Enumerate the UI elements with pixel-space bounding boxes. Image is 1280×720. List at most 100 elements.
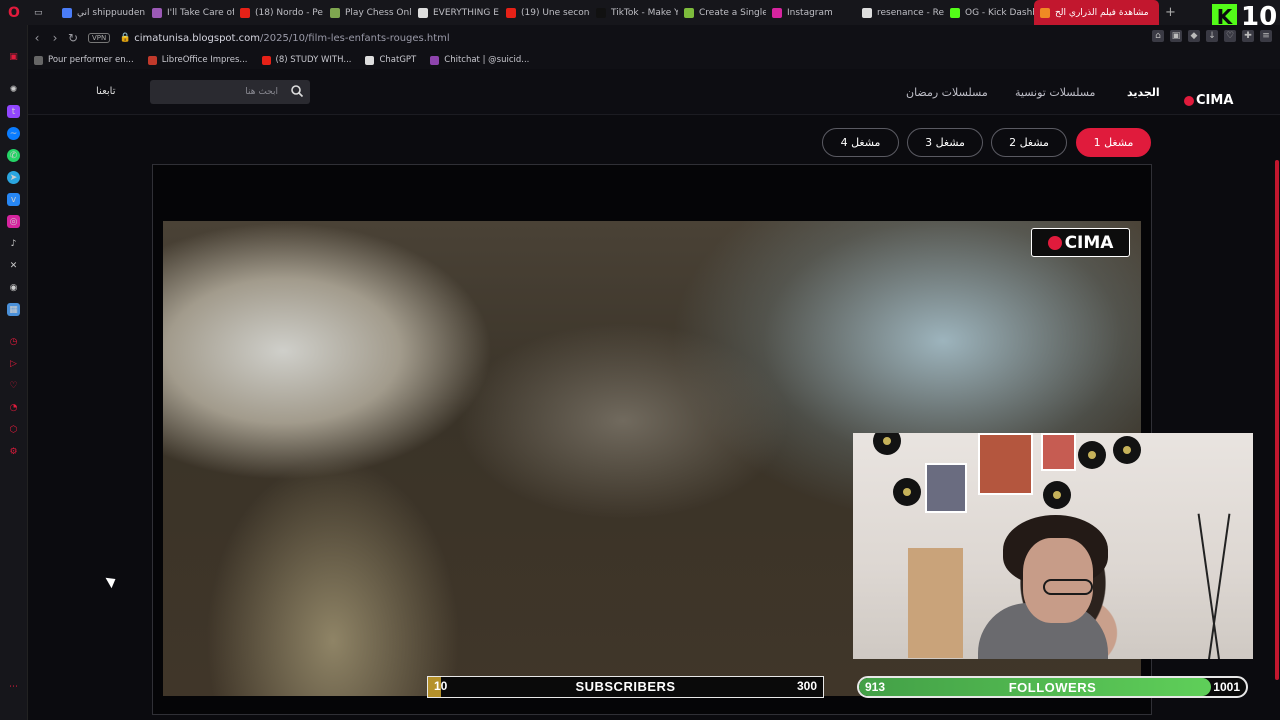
browser-tab[interactable]: OG - Kick Dashb — [944, 0, 1034, 25]
glasses — [1043, 579, 1093, 595]
watermark-dot-icon — [1047, 235, 1062, 250]
bookmark-item[interactable]: (8) STUDY WITH... — [261, 55, 351, 65]
shelf — [908, 548, 963, 658]
app-icon[interactable]: ▦ — [7, 303, 20, 316]
tab-bar: O ▭ اني shippuuden I'll Take Care of (18) … — [0, 0, 1280, 25]
browser-tab[interactable]: TikTok - Make Y — [590, 0, 678, 25]
history-icon[interactable]: ◷ — [7, 335, 20, 348]
bookmark-label: Pour performer en... — [48, 55, 134, 65]
search-input[interactable] — [158, 84, 278, 100]
browser-tab[interactable]: resenance - Re — [856, 0, 944, 25]
telegram-icon[interactable]: ➤ — [7, 171, 20, 184]
tab-label: resenance - Re — [877, 7, 944, 18]
browser-tab[interactable]: Play Chess Onli — [324, 0, 412, 25]
screenshot-icon[interactable]: ▣ — [1170, 30, 1182, 42]
opera-menu-icon[interactable]: O — [0, 0, 28, 25]
favorites-icon[interactable]: ♡ — [7, 379, 20, 392]
discord-icon[interactable]: ◉ — [7, 281, 20, 294]
logo-dot-icon — [1184, 95, 1194, 106]
cube-icon[interactable]: ⬡ — [7, 423, 20, 436]
bookmark-item[interactable]: ChatGPT — [365, 55, 416, 65]
tab-label: Create a Single — [699, 7, 766, 18]
tab-label: اني shippuuden — [77, 7, 146, 18]
menu-item-ramadan-series[interactable]: مسلسلات رمضان — [906, 86, 988, 99]
vk-icon[interactable]: v — [7, 193, 20, 206]
instagram-icon[interactable]: ◎ — [7, 215, 20, 228]
browser-tab[interactable]: Instagram — [766, 0, 856, 25]
heart-icon[interactable]: ♡ — [1224, 30, 1236, 42]
search-icon[interactable] — [290, 84, 304, 98]
tab-favicon-icon — [596, 7, 606, 18]
tab-favicon-icon — [330, 7, 340, 18]
back-icon[interactable]: ‹ — [28, 31, 46, 45]
tab-overview-icon[interactable]: ▭ — [28, 0, 56, 25]
bookmark-item[interactable]: Chitchat | @suicid... — [430, 55, 529, 65]
reload-icon[interactable]: ↻ — [64, 31, 82, 45]
home-icon[interactable]: ▣ — [7, 50, 20, 63]
bookmark-label: LibreOffice Impres... — [161, 55, 248, 65]
whatsapp-icon[interactable]: ✆ — [7, 149, 20, 162]
tab-label: EVERYTHING E — [433, 7, 499, 18]
tab-label: Instagram — [787, 7, 833, 18]
bookmark-item[interactable]: LibreOffice Impres... — [147, 55, 248, 65]
browser-tab[interactable]: اني shippuuden — [56, 0, 146, 25]
bookmark-label: Chitchat | @suicid... — [444, 55, 530, 65]
followers-goal-bar: 913 FOLLOWERS 1001 — [857, 676, 1248, 698]
pin-icon[interactable]: ⌂ — [1152, 30, 1164, 42]
more-icon[interactable]: ⋯ — [7, 680, 20, 693]
url-field[interactable]: cimatunisa.blogspot.com/2025/10/film-les… — [134, 33, 449, 44]
server-button-3[interactable]: مشغل 3 — [907, 128, 983, 157]
menu-item-new[interactable]: الجديد — [1127, 86, 1160, 99]
browser-tab[interactable]: مشاهدة فيلم الذراري الح — [1034, 0, 1159, 25]
tab-favicon-icon — [240, 7, 250, 18]
chatgpt-icon[interactable]: ✺ — [7, 83, 20, 96]
download-icon[interactable]: ↓ — [1206, 30, 1218, 42]
follow-link[interactable]: تابعنا — [96, 86, 116, 97]
server-button-2[interactable]: مشغل 2 — [991, 128, 1067, 157]
browser-tab[interactable]: EVERYTHING E — [412, 0, 500, 25]
tiktok-icon[interactable]: ♪ — [7, 237, 20, 250]
tab-label: OG - Kick Dashb — [965, 7, 1034, 18]
tab-favicon-icon — [862, 7, 872, 18]
bookmarks-bar: Pour performer en... LibreOffice Impres..… — [28, 51, 1280, 69]
forward-icon[interactable]: › — [46, 31, 64, 45]
x-icon[interactable]: ✕ — [7, 259, 20, 272]
tab-favicon-icon — [950, 7, 960, 18]
browser-tab[interactable]: (18) Nordo - Pe — [234, 0, 324, 25]
player-icon[interactable]: ▷ — [7, 357, 20, 370]
messenger-icon[interactable]: ~ — [7, 127, 20, 140]
vinyl-record — [1078, 441, 1106, 469]
tab-label: TikTok - Make Y — [611, 7, 678, 18]
bookmark-favicon-icon — [365, 55, 375, 65]
menu-icon[interactable]: ≡ — [1260, 30, 1272, 42]
browser-tab[interactable]: Create a Single — [678, 0, 766, 25]
tripod — [1197, 513, 1221, 659]
tab-favicon-icon — [62, 7, 72, 18]
site-header: CIMA الجديد مسلسلات تونسية مسلسلات رمضان… — [28, 69, 1280, 115]
twitch-icon[interactable]: t — [7, 105, 20, 118]
tab-label: (19) Une seconde — [521, 7, 590, 18]
lock-icon: 🔒 — [119, 33, 131, 43]
extension-icon[interactable]: ✚ — [1242, 30, 1254, 42]
server-button-4[interactable]: مشغل 4 — [822, 128, 899, 157]
vinyl-record — [1043, 481, 1071, 509]
settings-icon[interactable]: ⚙ — [7, 445, 20, 458]
bookmark-label: ChatGPT — [379, 55, 417, 65]
server-button-1[interactable]: مشغل 1 — [1076, 128, 1151, 157]
subscribers-goal-bar: 10 SUBSCRIBERS 300 — [427, 676, 824, 698]
menu-item-tunisian-series[interactable]: مسلسلات تونسية — [1015, 86, 1095, 99]
vpn-badge[interactable]: VPN — [88, 33, 111, 43]
tab-favicon-icon — [152, 7, 162, 18]
shield-icon[interactable]: ◆ — [1188, 30, 1200, 42]
page-scrollbar[interactable] — [1275, 160, 1279, 680]
site-logo[interactable]: CIMA — [1184, 93, 1233, 108]
webcam-overlay — [853, 433, 1253, 659]
subscribers-goal: 300 — [796, 679, 817, 693]
bookmark-item[interactable]: Pour performer en... — [34, 55, 134, 65]
browser-tab[interactable]: (19) Une seconde — [500, 0, 590, 25]
poster — [925, 463, 967, 513]
new-tab-button[interactable]: + — [1159, 5, 1182, 20]
search-box — [150, 80, 310, 104]
browser-tab[interactable]: I'll Take Care of — [146, 0, 234, 25]
clock-icon[interactable]: ◔ — [7, 401, 20, 414]
